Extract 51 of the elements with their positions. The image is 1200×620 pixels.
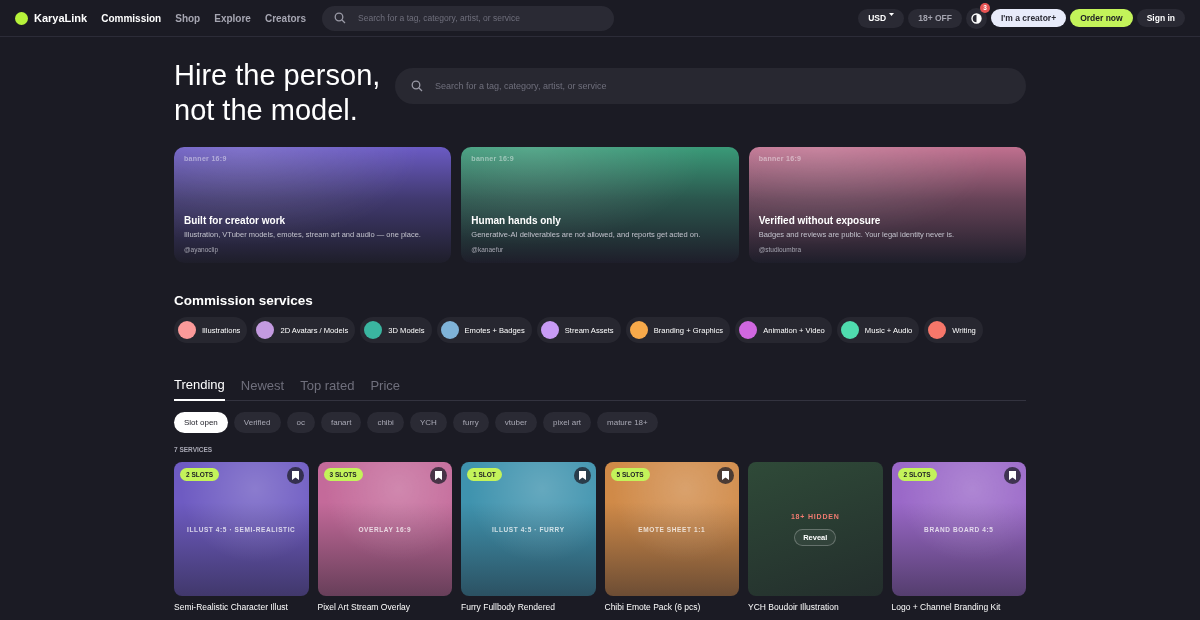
bookmark-icon (1009, 471, 1016, 480)
card-title[interactable]: Logo + Channel Branding Kit (891, 602, 1026, 612)
nav-button[interactable]: Order now (1070, 9, 1133, 27)
card-title[interactable]: Semi-Realistic Character Illust (174, 602, 309, 612)
nav-button[interactable]: I'm a creator+ (990, 9, 1067, 27)
bookmark-button[interactable] (1004, 467, 1021, 484)
nav-link[interactable]: Commission (101, 12, 162, 24)
filter-chip[interactable]: YCH (409, 412, 447, 433)
filter-chip[interactable]: Verified (233, 412, 281, 433)
card-title[interactable]: YCH Boudoir Illustration (748, 602, 883, 612)
moon-icon (970, 12, 982, 24)
card-title[interactable]: Pixel Art Stream Overlay (317, 602, 452, 612)
filter-chip[interactable]: furry (452, 412, 489, 433)
filter-chip[interactable]: fanart (320, 412, 362, 433)
bookmark-button[interactable] (573, 467, 591, 484)
filter-chip[interactable]: vtuber (494, 412, 537, 433)
nav-link[interactable]: Explore (214, 12, 251, 24)
nav-button[interactable]: Sign in (1136, 9, 1185, 27)
filter-chip[interactable]: oc (286, 412, 315, 433)
sort-tab[interactable]: Newest (240, 373, 285, 400)
banner-title: Built for creator work (184, 215, 287, 226)
bookmark-icon (578, 471, 586, 480)
search-icon (334, 12, 347, 24)
filter-chip[interactable]: pixel art (543, 412, 591, 433)
search-input[interactable]: Search for a tag, category, artist, or service (433, 80, 1010, 92)
banner-title: Human hands only (471, 215, 562, 226)
sort-tab[interactable]: Trending (174, 373, 225, 401)
filter-chip[interactable]: Slot open (174, 412, 228, 433)
hero-heading: Hire the person, not the model. (174, 57, 379, 128)
search-icon (411, 80, 423, 92)
bookmark-icon (435, 471, 442, 480)
age-filter-button[interactable]: 18+ OFF (908, 8, 962, 28)
bookmark-button[interactable] (430, 467, 447, 484)
nav-link[interactable]: Shop (175, 12, 201, 24)
filter-chip[interactable]: mature 18+ (597, 412, 658, 433)
card-title[interactable]: Furry Fullbody Rendered (461, 602, 596, 612)
section-heading: Commission services (174, 293, 314, 308)
bookmark-button[interactable] (717, 467, 734, 484)
caret-icon (889, 12, 895, 17)
card-title[interactable]: Chibi Emote Pack (6 pcs) (604, 602, 739, 612)
banner-title: Verified without exposure (758, 215, 882, 226)
currency-button[interactable]: USD (858, 8, 905, 28)
search-field[interactable]: Search for a tag, category, artist, or service (395, 68, 1026, 104)
logo-text[interactable]: KaryaLink (34, 12, 88, 24)
bookmark-icon (291, 471, 299, 480)
logo-icon[interactable] (15, 11, 28, 25)
bookmark-button[interactable] (286, 467, 304, 484)
nav-link[interactable]: Creators (264, 12, 307, 24)
bookmark-icon (722, 471, 729, 480)
filter-chip[interactable]: chibi (367, 412, 404, 433)
sort-tab[interactable]: Top rated (300, 373, 355, 400)
